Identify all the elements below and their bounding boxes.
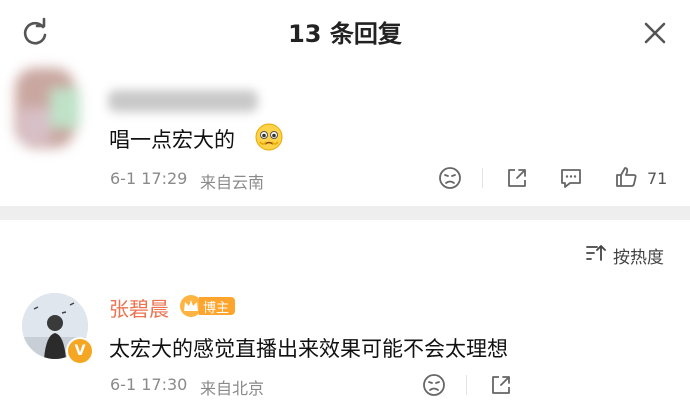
verified-badge: V — [66, 337, 94, 365]
sort-icon — [585, 243, 607, 267]
divider — [482, 168, 483, 188]
divider — [466, 375, 467, 395]
dislike-icon[interactable] — [437, 165, 463, 191]
sort-label: 按热度 — [613, 247, 664, 268]
comment-time: 6-1 17:30 — [110, 375, 188, 394]
page-title: 13 条回复 — [288, 20, 402, 48]
share-icon[interactable] — [488, 372, 514, 398]
host-badge-label: 博主 — [199, 297, 236, 316]
comment-icon[interactable] — [558, 165, 584, 191]
author-name-redacted — [108, 90, 258, 112]
comment-location: 来自云南 — [200, 173, 265, 192]
avatar[interactable] — [10, 58, 90, 158]
watermark-fade — [520, 372, 690, 410]
close-icon[interactable] — [638, 16, 672, 50]
like-count: 71 — [647, 169, 668, 188]
author-name[interactable]: 张碧晨 — [109, 293, 169, 322]
sort-button[interactable]: 按热度 — [585, 243, 664, 268]
comment-time: 6-1 17:29 — [110, 169, 188, 188]
share-icon[interactable] — [504, 165, 530, 191]
like-icon[interactable] — [613, 164, 639, 190]
pleading-emoji-icon — [254, 122, 284, 152]
section-divider — [0, 206, 690, 220]
comment-location: 来自北京 — [200, 379, 265, 398]
dislike-icon[interactable] — [421, 372, 447, 398]
host-badge: 博主 — [180, 295, 236, 317]
comment-text: 太宏大的感觉直播出来效果可能不会太理想 — [109, 337, 508, 361]
comment-text: 唱一点宏大的 — [109, 128, 235, 152]
